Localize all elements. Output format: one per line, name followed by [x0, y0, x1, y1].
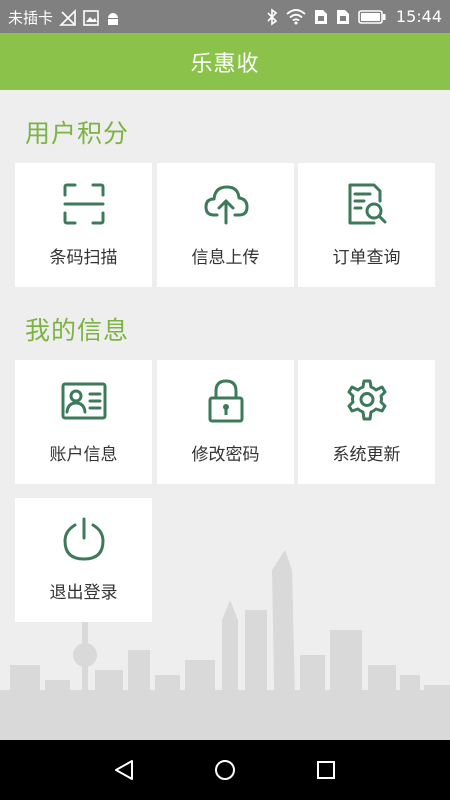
account-info-button[interactable]: 账户信息 [15, 360, 152, 484]
system-update-button[interactable]: 系统更新 [298, 360, 435, 484]
order-query-label: 订单查询 [332, 248, 401, 268]
logout-label: 退出登录 [49, 583, 118, 603]
status-bar: 未插卡 15:44 [0, 0, 450, 33]
account-info-label: 账户信息 [49, 445, 118, 465]
id-card-icon [61, 382, 106, 420]
carrier-label: 未插卡 [8, 9, 54, 27]
wifi-icon [286, 8, 306, 25]
cloud-upload-icon [204, 185, 248, 225]
order-query-button[interactable]: 订单查询 [298, 163, 435, 287]
gear-icon [347, 379, 386, 421]
back-icon[interactable] [112, 758, 136, 786]
scan-barcode-button[interactable]: 条码扫描 [15, 163, 152, 287]
recents-icon[interactable] [314, 758, 338, 786]
logout-button[interactable]: 退出登录 [15, 498, 152, 622]
home-icon[interactable] [213, 758, 237, 786]
section-title-my-info: 我的信息 [25, 316, 130, 345]
page-title: 乐惠收 [190, 51, 260, 77]
sim1-icon [314, 9, 328, 25]
upload-info-label: 信息上传 [191, 248, 260, 268]
system-nav-bar [0, 740, 450, 800]
sim2-icon [336, 9, 350, 25]
change-password-button[interactable]: 修改密码 [157, 360, 294, 484]
upload-info-button[interactable]: 信息上传 [157, 163, 294, 287]
no-signal-icon [59, 8, 77, 27]
power-icon [62, 517, 105, 561]
main-content: 用户积分 条码扫描 信息上传 订单查询 我的信息 账户信息 修改密码 系统更新 … [0, 90, 450, 740]
lock-icon [208, 379, 243, 423]
system-update-label: 系统更新 [332, 445, 401, 465]
scan-barcode-label: 条码扫描 [49, 248, 118, 268]
section-title-user-points: 用户积分 [25, 119, 130, 148]
order-search-icon [348, 183, 386, 225]
clock: 15:44 [395, 7, 442, 26]
battery-icon [358, 9, 386, 24]
image-icon [83, 9, 99, 26]
android-icon [105, 10, 121, 26]
change-password-label: 修改密码 [191, 445, 260, 465]
app-bar: 乐惠收 [0, 33, 450, 90]
scan-icon [63, 183, 104, 225]
bluetooth-icon [266, 7, 278, 26]
